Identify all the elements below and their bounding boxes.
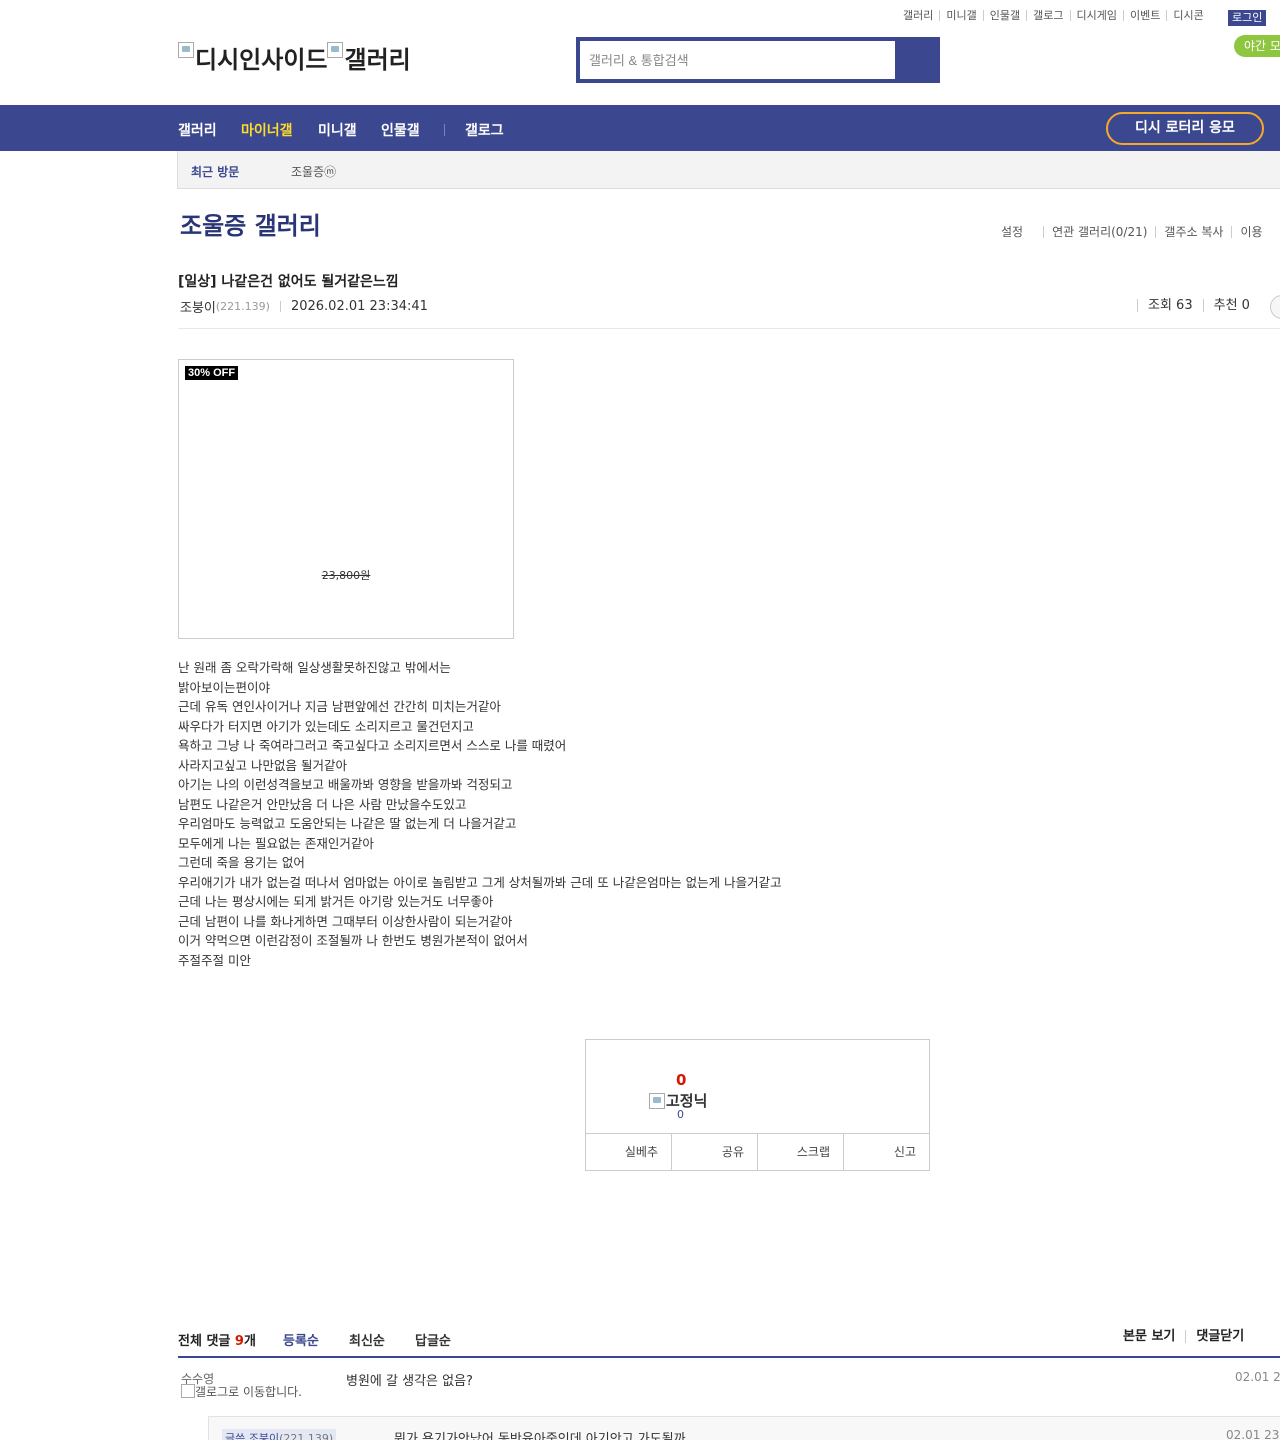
post-body-line: 난 원래 좀 오락가락해 일상생활못하진않고 밖에서는 (178, 660, 451, 675)
util-link-minigall[interactable]: 미니갤 (939, 10, 982, 21)
comment-total: 전체 댓글 9개 (178, 1330, 256, 1349)
reply-nick[interactable]: 글쓴 조붕이(221.139) (222, 1429, 337, 1440)
comment-total-label: 전체 댓글 (178, 1334, 231, 1349)
util-link-game[interactable]: 디시게임 (1069, 10, 1123, 21)
post-body-line: 그런데 죽을 용기는 없어 (178, 855, 305, 870)
post-author[interactable]: 조붕이 (180, 297, 216, 316)
reply-text: 뭐가 용기가안났어 동반육아중인데 아기안고 가도될까 (394, 1432, 686, 1440)
post-body-line: 주절주절 미안 (178, 952, 251, 968)
close-comments-link[interactable]: 댓글닫기 (1185, 1330, 1254, 1343)
broken-image-icon (649, 1092, 665, 1109)
comment-item: 수수영 갤로그로 이동합니다. 병원에 갈 생각은 없음? 02.01 23:3 (178, 1366, 1280, 1416)
nav-gallery[interactable]: 갤러리 (178, 120, 217, 140)
post-body-line: 싸우다가 터지면 아기가 있는데도 소리지르고 물건던지고 (178, 718, 474, 734)
view-body-link[interactable]: 본문 보기 (1123, 1330, 1185, 1343)
logo-brand: 디시인사이드 (195, 46, 328, 74)
recent-visits-bar: 최근 방문 조울증ⓜ (177, 151, 1280, 189)
reply-nick-name: 조붕이 (248, 1432, 280, 1440)
post-body-line: 아기는 나의 이런성격을보고 배울까봐 영향을 받을까봐 걱정되고 (178, 777, 513, 792)
usage-link[interactable]: 이용 (1231, 226, 1270, 238)
post-body: 난 원래 좀 오락가락해 일상생활못하진않고 밖에서는 밝아보이는편이야 근데 … (178, 658, 782, 970)
reply-date: 02.01 23:3 (1226, 1428, 1280, 1440)
post-meta: 조붕이 (221.139) 2026.02.01 23:34:41 (180, 297, 428, 316)
login-button[interactable]: 로그인 (1228, 10, 1267, 26)
gallery-title[interactable]: 조울증 갤러리 (180, 206, 321, 241)
post-body-line: 근데 나는 평상시에는 되게 밝거든 아기랑 있는거도 너무좋아 (178, 894, 494, 909)
gallery-settings-link[interactable]: 설정 (1001, 226, 1043, 238)
sort-by-latest[interactable]: 최신순 (349, 1330, 385, 1349)
comment-header-links: 본문 보기 댓글닫기 (1123, 1330, 1254, 1343)
ad-discount-badge: 30% OFF (185, 366, 239, 380)
post-recommends: 추천 0 (1202, 299, 1260, 312)
nav-minor-gallery[interactable]: 마이너갤 (241, 120, 293, 140)
util-link-event[interactable]: 이벤트 (1122, 10, 1166, 21)
nav-divider (444, 124, 445, 136)
recent-gallery-link[interactable]: 조울증ⓜ (291, 163, 336, 180)
share-button[interactable]: 공유 (671, 1134, 757, 1170)
ad-price: 23,800원 (321, 569, 371, 582)
nav-person-gallery[interactable]: 인물갤 (381, 120, 420, 140)
gallog-link[interactable]: 갤로그로 이동합니다. (181, 1384, 311, 1399)
util-link-person[interactable]: 인물갤 (982, 10, 1026, 21)
top-util-nav: 갤러리 미니갤 인물갤 갤로그 디시게임 이벤트 디시콘 (903, 10, 1210, 21)
post-action-buttons: 실베추 공유 스크랩 신고 (586, 1133, 929, 1170)
post-stats: 조회 63 추천 0 (1137, 299, 1260, 312)
gallery-menu: 설정 연관 갤러리(0/21) 갤주소 복사 이용 (1001, 226, 1271, 238)
copy-address-link[interactable]: 갤주소 복사 (1155, 226, 1231, 238)
recommend-box: 0 고정닉 0 실베추 공유 스크랩 신고 (585, 1039, 930, 1171)
report-button[interactable]: 신고 (843, 1134, 929, 1170)
recommend-count: 0 (676, 1071, 687, 1089)
fixnick-count: 0 (677, 1108, 684, 1121)
gallog-alt-text: 갤로그로 이동합니다. (195, 1385, 302, 1399)
main-nav-bar: 갤러리 마이너갤 미니갤 인물갤 갤로그 디시 로터리 응모 (0, 105, 1280, 151)
nav-mini-gallery[interactable]: 미니갤 (318, 120, 357, 140)
comment-reply: 글쓴 조붕이(221.139) 뭐가 용기가안났어 동반육아중인데 아기안고 가… (208, 1416, 1280, 1440)
search-input[interactable] (580, 41, 895, 79)
util-link-dccon[interactable]: 디시콘 (1166, 10, 1209, 21)
post-body-line: 모두에게 나는 필요없는 존재인거같아 (178, 835, 374, 851)
nav-gallog[interactable]: 갤로그 (465, 120, 504, 140)
post-body-line: 남편도 나같은거 안만났음 더 나은 사람 만났을수도있고 (178, 796, 467, 812)
sort-by-registered[interactable]: 등록순 (283, 1330, 319, 1349)
post-title: [일상] 나같은건 없어도 될거같은느낌 (178, 274, 399, 290)
post-body-line: 이거 약먹으면 이런감정이 조절될까 나 한번도 병원가본적이 없어서 (178, 933, 528, 948)
logo-section: 갤러리 (344, 46, 411, 74)
broken-image-icon (181, 1384, 195, 1398)
comment-total-unit: 개 (243, 1334, 256, 1349)
search-box (576, 37, 940, 83)
broken-image-icon (327, 42, 344, 58)
post-body-line: 근데 남편이 나를 화나게하면 그때부터 이상한사람이 되는거같아 (178, 913, 513, 929)
post-body-line: 근데 유독 연인사이거나 지금 남편앞에선 간간히 미치는거같아 (178, 699, 501, 714)
night-mode-toggle[interactable]: 야간 모드 (1234, 35, 1280, 57)
post-body-line: 사라지고싶고 나만없음 될거같아 (178, 757, 347, 773)
author-badge: 글쓴 (225, 1432, 246, 1440)
divider (178, 328, 1280, 329)
reply-nick-ip: (221.139) (279, 1432, 334, 1440)
post-views: 조회 63 (1137, 299, 1203, 312)
site-logo[interactable]: 디시인사이드 갤러리 (178, 40, 411, 75)
post-datetime: 2026.02.01 23:34:41 (290, 299, 428, 314)
comment-header: 전체 댓글 9개 등록순 최신순 답글순 본문 보기 댓글닫기 (178, 1330, 1280, 1358)
post-body-line: 욕하고 그냥 나 죽여라그러고 죽고싶다고 소리지르면서 스스로 나를 때렸어 (178, 738, 567, 753)
post-body-line: 우리엄마도 능력없고 도움안되는 나같은 딸 없는게 더 나을거같고 (178, 816, 517, 831)
real-best-button[interactable]: 실베추 (586, 1134, 671, 1170)
comment-date: 02.01 23:3 (1235, 1370, 1280, 1384)
comment-text: 병원에 갈 생각은 없음? (346, 1374, 473, 1389)
util-link-gallery[interactable]: 갤러리 (903, 10, 939, 21)
share-icon[interactable] (1270, 295, 1280, 319)
post-body-line: 밝아보이는편이야 (178, 679, 271, 695)
related-gallery-link[interactable]: 연관 갤러리(0/21) (1043, 226, 1155, 238)
recent-visits-label: 최근 방문 (191, 165, 240, 179)
scrap-button[interactable]: 스크랩 (757, 1134, 843, 1170)
broken-image-icon (178, 42, 194, 58)
lottery-button[interactable]: 디시 로터리 응모 (1106, 112, 1264, 145)
sort-by-replies[interactable]: 답글순 (415, 1330, 451, 1349)
comment-total-count: 9 (234, 1334, 244, 1349)
post-author-ip: (221.139) (215, 300, 270, 313)
fixnick-label: 고정닉 (666, 1092, 708, 1110)
ad-banner[interactable]: 30% OFF 23,800원 (178, 359, 514, 639)
meta-divider (279, 301, 281, 312)
util-link-gallog[interactable]: 갤로그 (1026, 10, 1069, 21)
post-body-line: 우리애기가 내가 없는걸 떠나서 엄마없는 아이로 놀림받고 그게 상처될까봐 … (178, 874, 782, 890)
